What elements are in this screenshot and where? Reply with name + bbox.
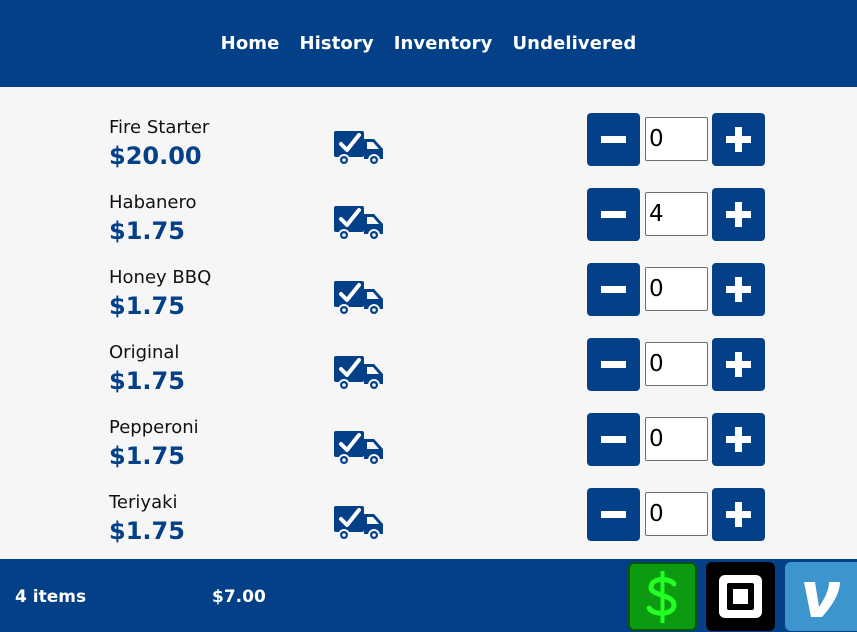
product-row: Teriyaki $1.75 (0, 462, 857, 545)
cash-payment-button[interactable] (628, 562, 697, 631)
minus-icon (601, 211, 626, 218)
decrement-button[interactable] (587, 263, 640, 316)
product-row: Habanero $1.75 (0, 162, 857, 245)
nav-home[interactable]: Home (221, 33, 280, 54)
product-name: Habanero (109, 192, 197, 213)
plus-icon (726, 202, 751, 227)
truck-check-icon[interactable] (333, 280, 385, 316)
plus-icon (726, 277, 751, 302)
minus-icon (601, 436, 626, 443)
nav-inventory[interactable]: Inventory (394, 33, 493, 54)
decrement-button[interactable] (587, 413, 640, 466)
plus-icon (726, 352, 751, 377)
quantity-input[interactable] (645, 267, 708, 311)
nav-undelivered[interactable]: Undelivered (512, 33, 636, 54)
minus-icon (601, 286, 626, 293)
truck-check-icon[interactable] (333, 205, 385, 241)
increment-button[interactable] (712, 263, 765, 316)
product-row: Original $1.75 (0, 312, 857, 395)
minus-icon (601, 511, 626, 518)
plus-icon (726, 502, 751, 527)
decrement-button[interactable] (587, 338, 640, 391)
item-count: 4 items (15, 587, 87, 607)
increment-button[interactable] (712, 488, 765, 541)
square-payment-button[interactable] (706, 562, 775, 631)
product-row: Pepperoni $1.75 (0, 387, 857, 470)
truck-check-icon[interactable] (333, 130, 385, 166)
product-name: Teriyaki (109, 492, 178, 513)
truck-check-icon[interactable] (333, 505, 385, 541)
product-name: Fire Starter (109, 117, 210, 138)
quantity-input[interactable] (645, 192, 708, 236)
nav-history[interactable]: History (299, 33, 373, 54)
product-row: Fire Starter $20.00 (0, 87, 857, 170)
plus-icon (726, 427, 751, 452)
truck-check-icon[interactable] (333, 355, 385, 391)
square-icon (719, 575, 762, 618)
order-total: $7.00 (212, 587, 266, 607)
quantity-input[interactable] (645, 117, 708, 161)
product-name: Pepperoni (109, 417, 199, 438)
increment-button[interactable] (712, 413, 765, 466)
product-list: Fire Starter $20.00 Habanero $1.75 (0, 87, 857, 559)
venmo-payment-button[interactable] (785, 562, 857, 631)
top-nav: Home History Inventory Undelivered (0, 0, 857, 87)
quantity-input[interactable] (645, 492, 708, 536)
increment-button[interactable] (712, 188, 765, 241)
product-name: Original (109, 342, 180, 363)
decrement-button[interactable] (587, 113, 640, 166)
decrement-button[interactable] (587, 488, 640, 541)
truck-check-icon[interactable] (333, 430, 385, 466)
decrement-button[interactable] (587, 188, 640, 241)
minus-icon (601, 361, 626, 368)
plus-icon (726, 127, 751, 152)
dollar-icon (646, 571, 677, 623)
increment-button[interactable] (712, 338, 765, 391)
quantity-input[interactable] (645, 417, 708, 461)
product-row: Honey BBQ $1.75 (0, 237, 857, 320)
checkout-bar: 4 items $7.00 (0, 559, 857, 632)
product-price: $1.75 (109, 517, 185, 545)
minus-icon (601, 136, 626, 143)
increment-button[interactable] (712, 113, 765, 166)
quantity-input[interactable] (645, 342, 708, 386)
venmo-icon (804, 582, 840, 617)
product-name: Honey BBQ (109, 267, 212, 288)
